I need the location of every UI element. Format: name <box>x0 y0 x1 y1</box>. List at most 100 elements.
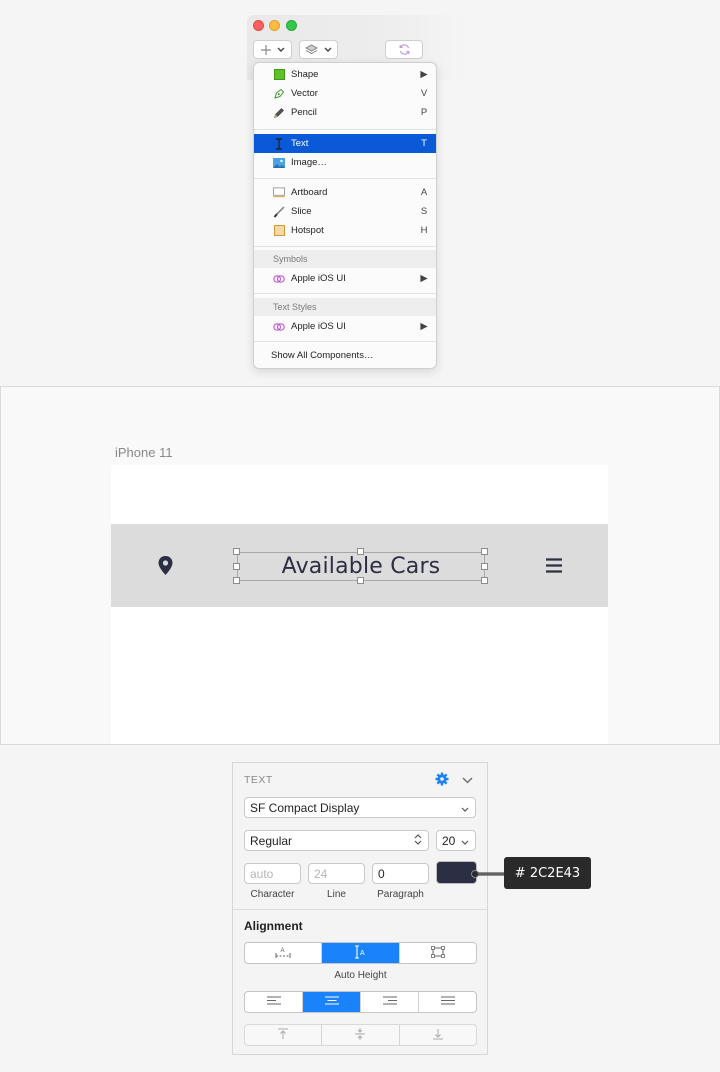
hotspot-icon <box>273 225 285 237</box>
menu-item-label: Hotspot <box>291 225 324 236</box>
menu-item-artboard[interactable]: Artboard A <box>254 183 436 202</box>
menu-shortcut: P <box>420 107 428 118</box>
menu-item-pencil[interactable]: Pencil P <box>254 103 436 122</box>
menu-item-shape[interactable]: Shape ▶ <box>254 65 436 84</box>
menu-item-label: Image… <box>291 157 327 168</box>
close-window-button[interactable] <box>253 20 264 31</box>
vector-pen-icon <box>273 88 285 100</box>
menu-item-text-styles-library[interactable]: Apple iOS UI ▶ <box>254 317 436 336</box>
align-middle-icon <box>354 1027 366 1043</box>
paragraph-spacing-field[interactable]: 0 <box>372 863 429 884</box>
menu-shortcut: T <box>421 138 427 149</box>
align-center-button[interactable] <box>303 992 361 1012</box>
resize-handle[interactable] <box>481 563 488 570</box>
pencil-icon <box>273 107 285 119</box>
auto-width-button[interactable]: A <box>245 943 323 963</box>
align-justify-button[interactable] <box>419 992 476 1012</box>
font-size-value: 20 <box>442 833 456 848</box>
resize-handle[interactable] <box>481 548 488 555</box>
location-pin-icon <box>158 556 173 580</box>
callout-connector <box>470 867 506 885</box>
resize-handle[interactable] <box>233 577 240 584</box>
font-size-field[interactable]: 20 <box>436 830 476 851</box>
auto-height-button[interactable]: A <box>322 943 400 963</box>
menu-shortcut: A <box>420 187 428 198</box>
line-height-field[interactable]: 24 <box>308 863 365 884</box>
chevron-down-icon <box>277 47 285 53</box>
menu-shortcut: H <box>420 225 428 236</box>
menu-item-image[interactable]: Image… <box>254 153 436 172</box>
menu-divider <box>254 129 436 130</box>
menu-item-label: Text <box>291 138 309 149</box>
font-family-select[interactable]: SF Compact Display <box>244 797 476 818</box>
resize-handle[interactable] <box>233 548 240 555</box>
vertical-alignment-segmented <box>244 1024 477 1046</box>
layers-button[interactable] <box>299 40 338 59</box>
library-link-icon <box>273 321 285 333</box>
menu-divider <box>254 293 436 294</box>
menu-item-text[interactable]: Text T <box>254 134 436 153</box>
menu-shortcut: V <box>420 88 428 99</box>
collapse-chevron-icon[interactable] <box>462 775 473 787</box>
show-all-components-item[interactable]: Show All Components… <box>271 350 373 361</box>
resize-handle[interactable] <box>357 548 364 555</box>
chevron-down-icon <box>461 801 469 815</box>
align-bottom-button[interactable] <box>400 1025 476 1045</box>
paragraph-label: Paragraph <box>377 889 424 900</box>
hamburger-menu-icon <box>546 558 562 578</box>
align-top-button[interactable] <box>245 1025 323 1045</box>
artboard-name[interactable]: iPhone 11 <box>115 445 173 460</box>
shape-icon <box>273 69 285 81</box>
menu-item-label: Pencil <box>291 107 317 118</box>
font-weight-value: Regular <box>250 833 293 848</box>
text-behaviour-segmented: A A <box>244 942 477 964</box>
submenu-arrow-icon: ▶ <box>420 69 428 80</box>
inspector-section-title: TEXT <box>244 774 273 786</box>
fixed-size-button[interactable] <box>400 943 476 963</box>
svg-text:A: A <box>360 950 365 957</box>
menu-item-slice[interactable]: Slice S <box>254 202 436 221</box>
insert-menu: Shape ▶ Vector V Pencil P Text T Image… … <box>253 62 437 369</box>
character-label: Character <box>250 889 295 900</box>
font-weight-select[interactable]: Regular <box>244 830 429 851</box>
insert-button[interactable] <box>253 40 292 59</box>
menu-section-text-styles: Text Styles <box>254 298 436 316</box>
menu-shortcut: S <box>420 206 428 217</box>
text-inspector: TEXT SF Compact Display Regular 20 auto … <box>232 762 488 1055</box>
sync-button[interactable] <box>385 40 423 59</box>
slice-knife-icon <box>273 205 285 218</box>
color-hex-callout: # 2C2E43 <box>504 857 591 889</box>
library-link-icon <box>273 273 285 285</box>
submenu-arrow-icon: ▶ <box>420 321 428 332</box>
zoom-window-button[interactable] <box>286 20 297 31</box>
layers-icon <box>305 44 318 56</box>
menu-item-symbols-library[interactable]: Apple iOS UI ▶ <box>254 269 436 288</box>
image-icon <box>273 157 285 169</box>
resize-handle[interactable] <box>357 577 364 584</box>
align-left-button[interactable] <box>245 992 303 1012</box>
gear-icon[interactable] <box>435 772 449 789</box>
character-spacing-field[interactable]: auto <box>244 863 301 884</box>
align-top-icon <box>277 1028 289 1043</box>
menu-divider <box>254 246 436 247</box>
text-cursor-icon <box>273 137 285 150</box>
menu-item-label: Artboard <box>291 187 328 198</box>
align-right-button[interactable] <box>361 992 419 1012</box>
menu-item-hotspot[interactable]: Hotspot H <box>254 221 436 240</box>
align-justify-icon <box>440 996 455 1008</box>
menu-item-vector[interactable]: Vector V <box>254 84 436 103</box>
inspector-divider <box>233 909 487 910</box>
sync-icon <box>398 43 411 56</box>
plus-icon <box>260 44 271 55</box>
fixed-size-icon <box>430 945 445 961</box>
minimize-window-button[interactable] <box>269 20 280 31</box>
menu-item-label: Slice <box>291 206 312 217</box>
alignment-heading: Alignment <box>244 919 303 933</box>
auto-width-icon: A <box>274 946 292 961</box>
resize-handle[interactable] <box>233 563 240 570</box>
svg-text:A: A <box>281 948 285 954</box>
resize-handle[interactable] <box>481 577 488 584</box>
align-middle-button[interactable] <box>322 1025 400 1045</box>
align-right-icon <box>382 996 397 1008</box>
menu-item-label: Shape <box>291 69 319 80</box>
